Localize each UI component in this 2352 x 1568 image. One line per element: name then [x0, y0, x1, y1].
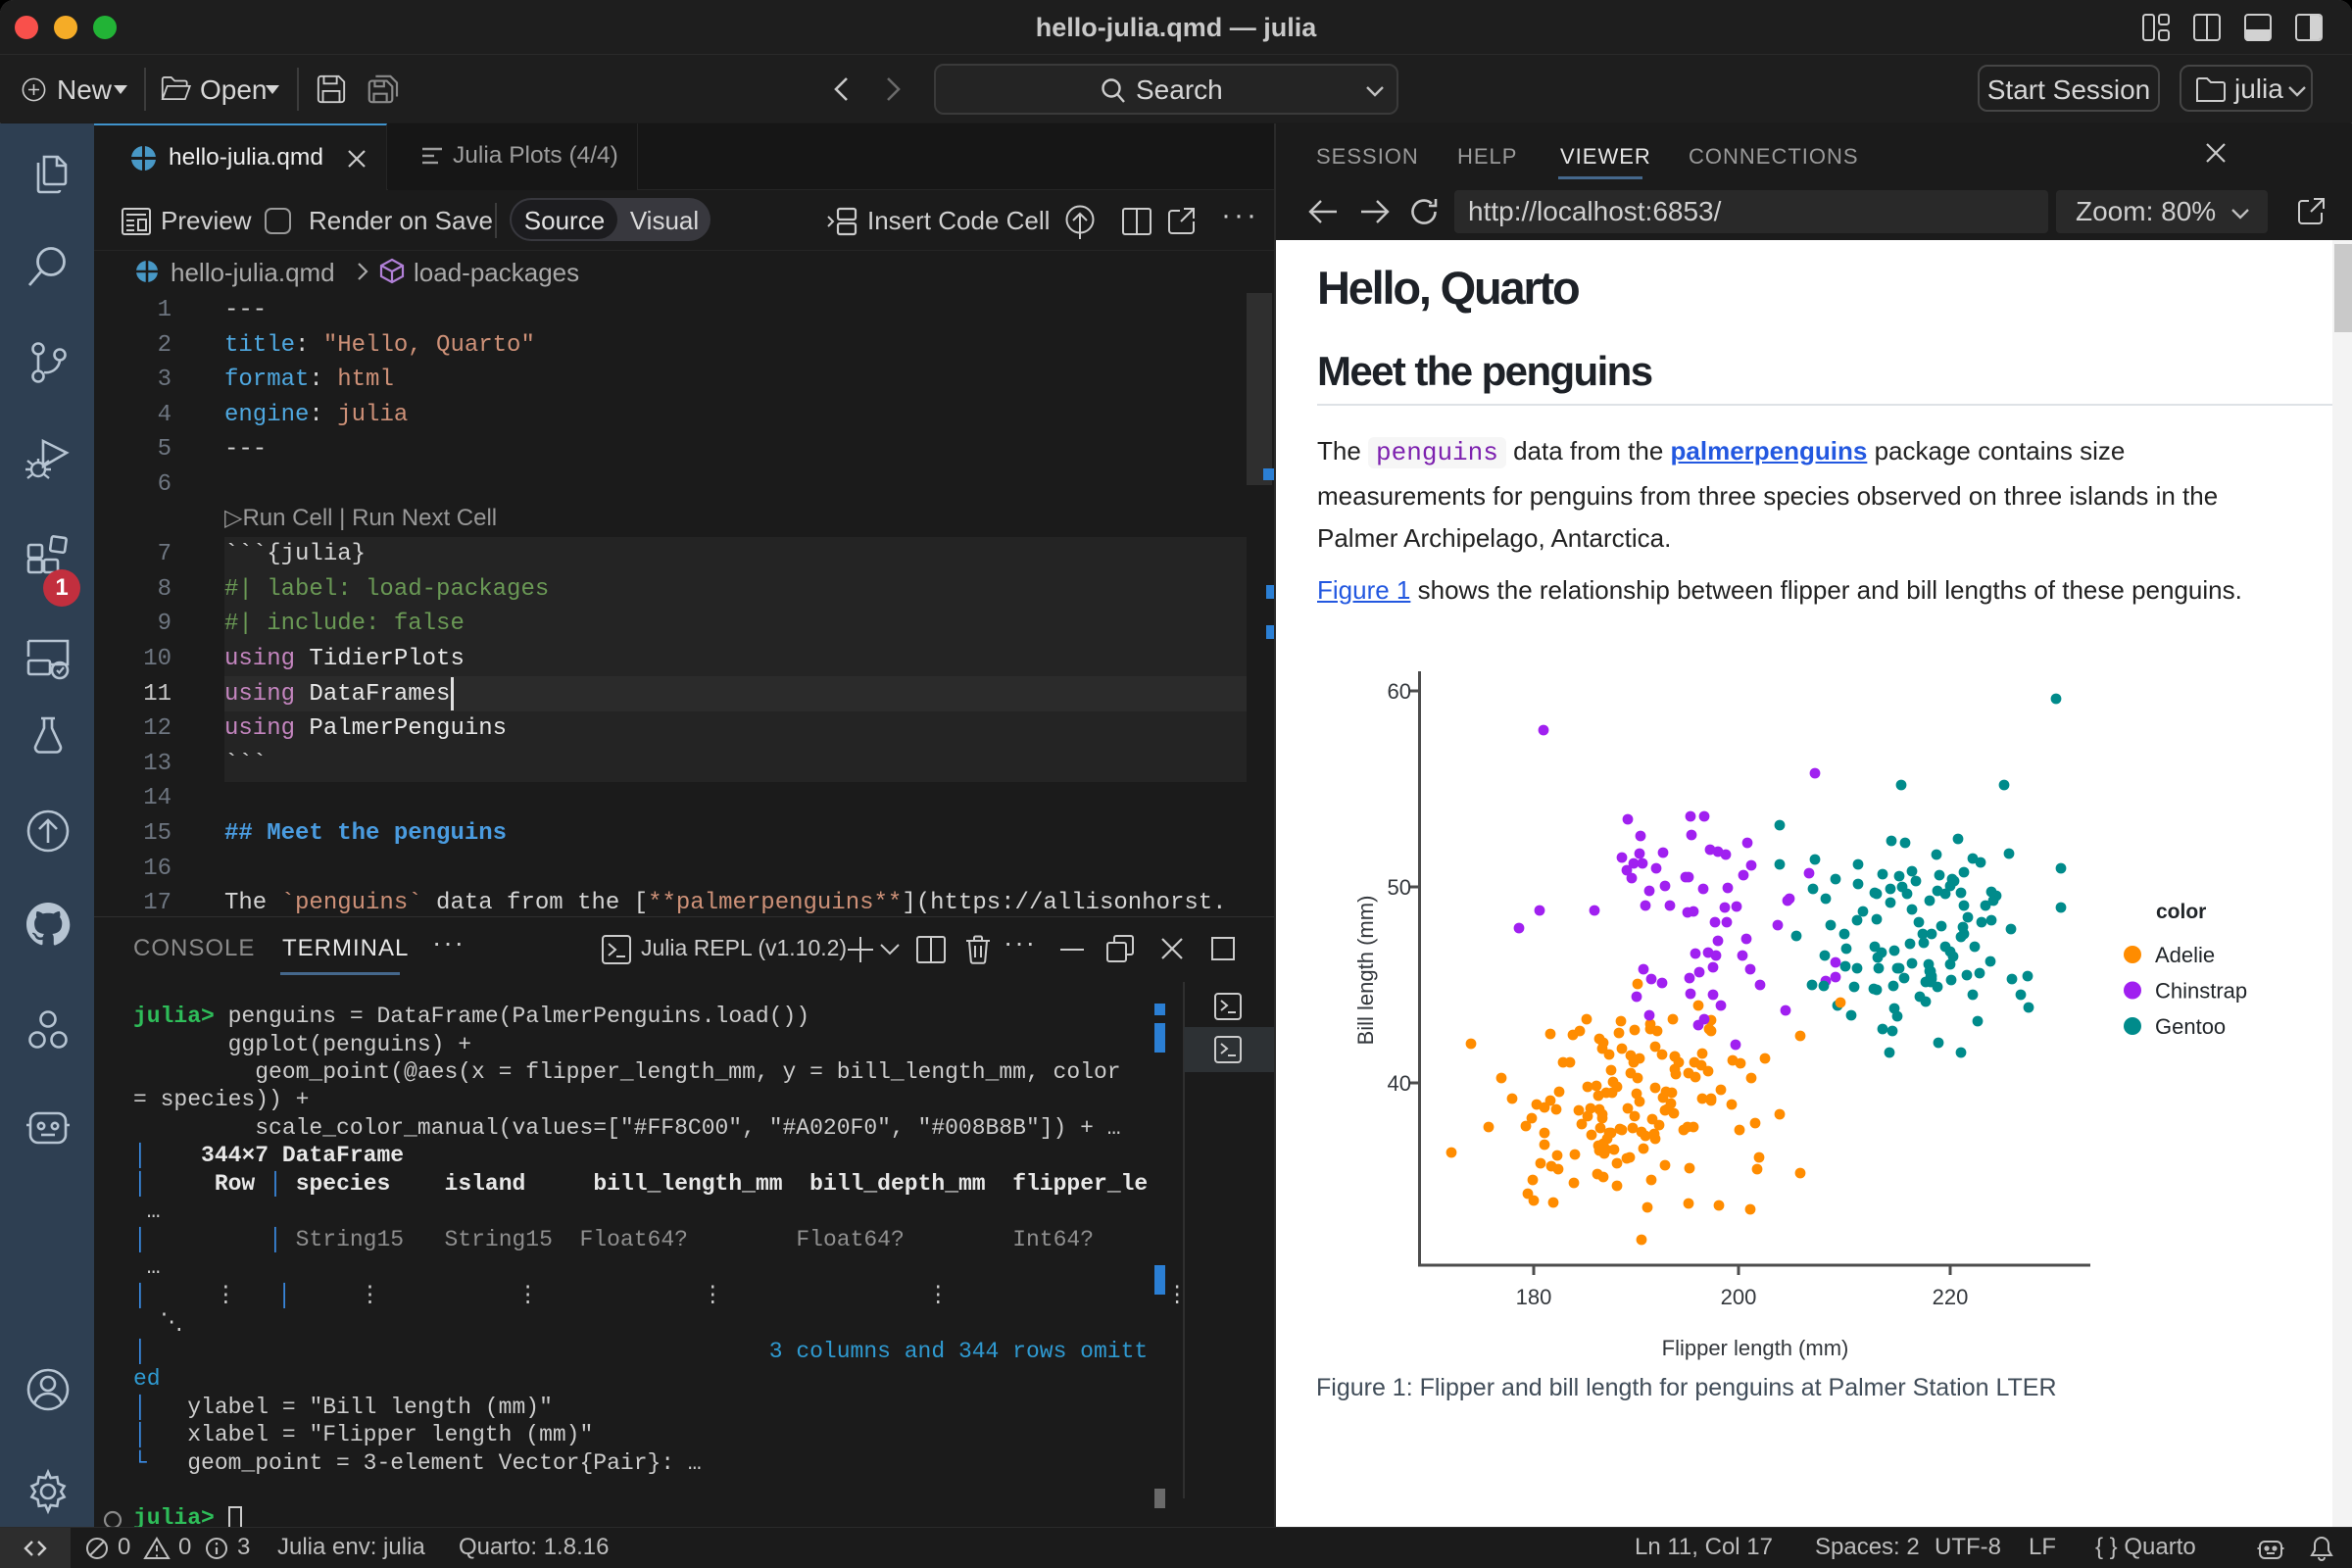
svg-text:Gentoo: Gentoo — [2155, 1014, 2226, 1039]
svg-text:220: 220 — [1933, 1285, 1969, 1309]
svg-text:Bill length (mm): Bill length (mm) — [1353, 896, 1378, 1046]
svg-text:color: color — [2156, 901, 2206, 923]
svg-text:40: 40 — [1388, 1071, 1411, 1096]
svg-text:Chinstrap: Chinstrap — [2155, 979, 2247, 1004]
svg-text:50: 50 — [1388, 875, 1411, 900]
svg-text:Flipper length (mm): Flipper length (mm) — [1662, 1336, 1849, 1360]
svg-text:180: 180 — [1516, 1285, 1552, 1309]
svg-text:200: 200 — [1721, 1285, 1757, 1309]
svg-text:Adelie: Adelie — [2155, 943, 2215, 967]
svg-text:60: 60 — [1388, 679, 1411, 704]
